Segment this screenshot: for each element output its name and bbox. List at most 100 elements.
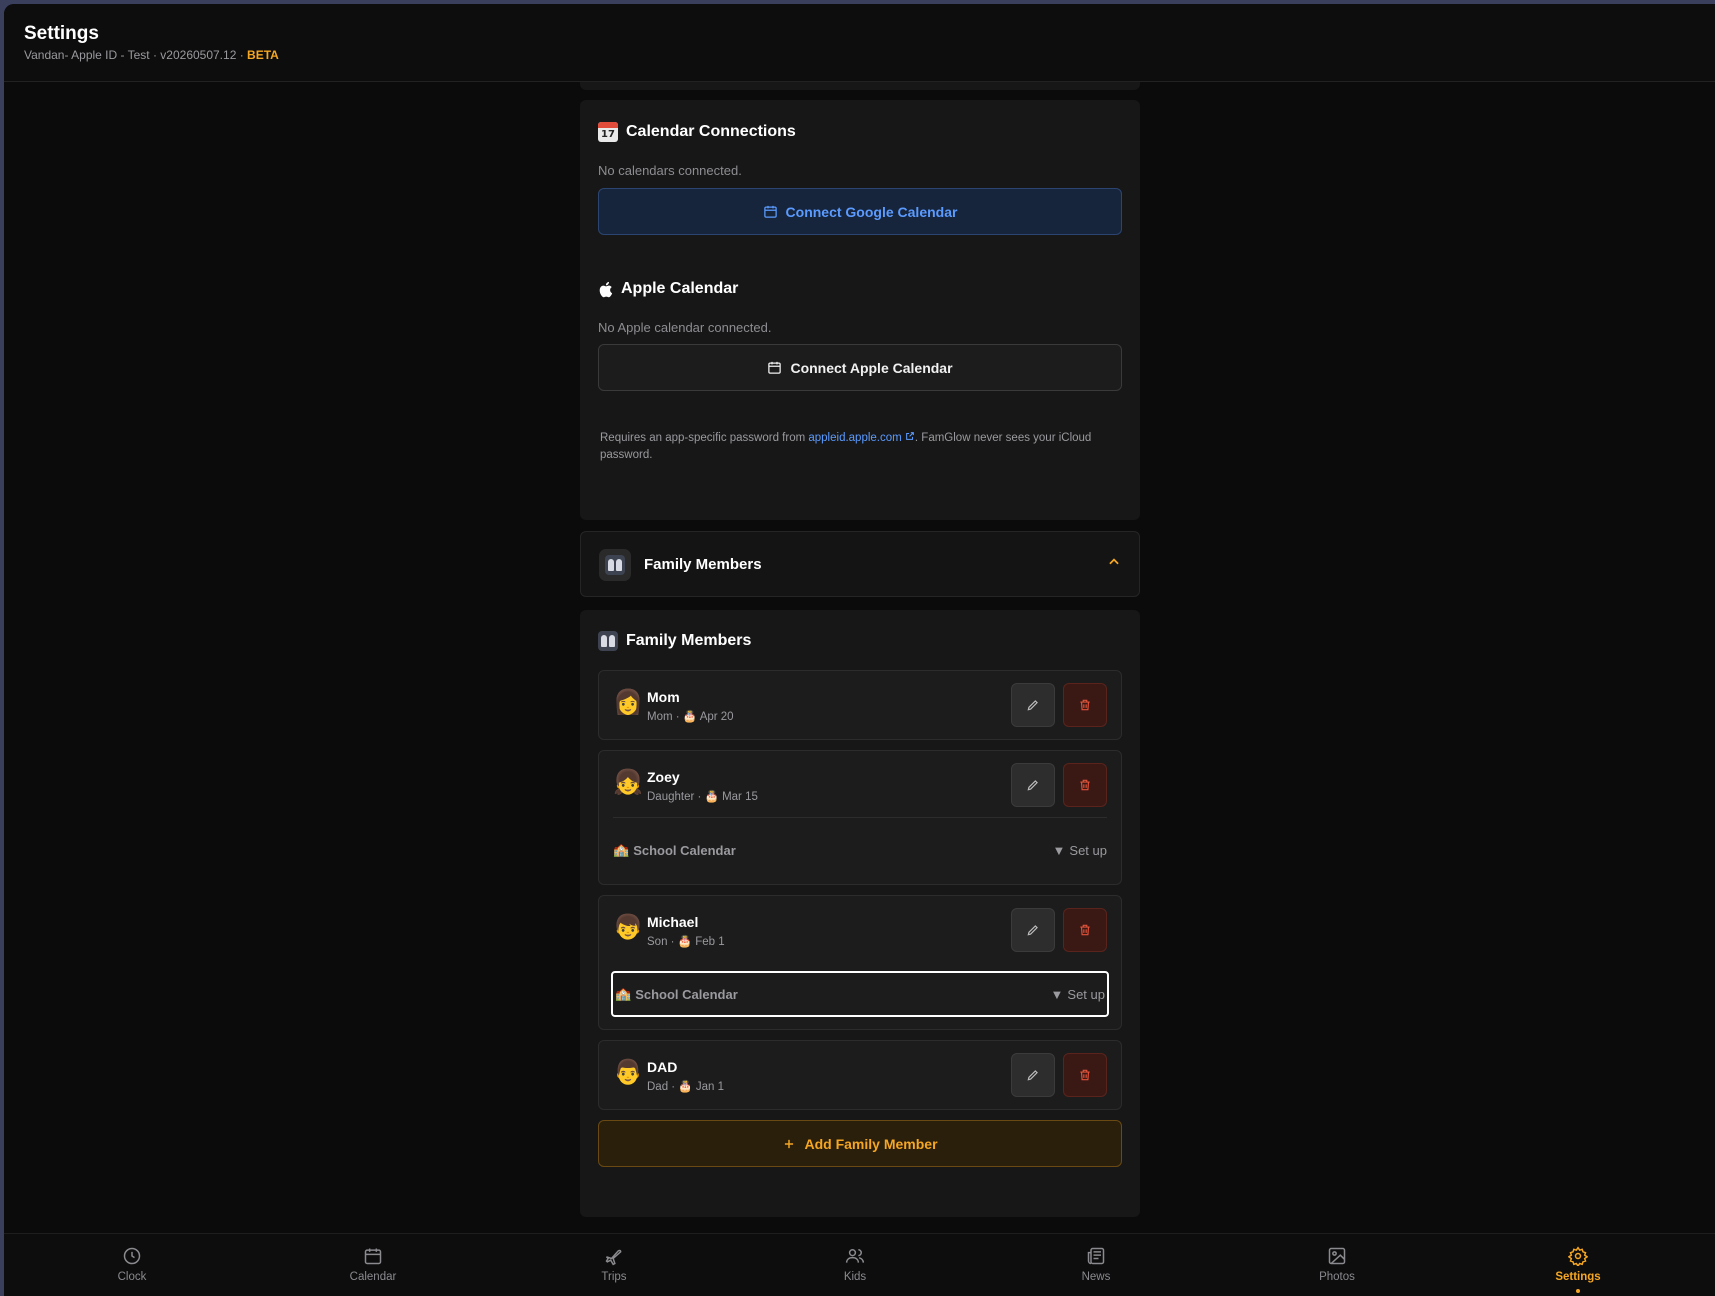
external-link-icon [906,432,914,440]
family-member-michael: 👦 Michael Son · 🎂 Feb 1 🏫 School Calendar… [598,895,1122,1030]
divider [613,817,1107,818]
add-family-member-label: Add Family Member [804,1135,938,1152]
member-birthday: Apr 20 [699,711,734,723]
birthday-cake-icon: 🎂 [682,711,698,723]
member-relation: Son [647,936,668,948]
member-name: Zoey [647,769,680,785]
add-family-member-button[interactable]: Add Family Member [598,1120,1122,1167]
delete-member-button[interactable] [1063,908,1107,952]
gear-icon [1568,1246,1588,1266]
delete-member-button[interactable] [1063,683,1107,727]
tab-label: Settings [1555,1271,1601,1283]
apple-calendar-heading: Apple Calendar [598,280,738,298]
app-window: Settings Vandan- Apple ID - Test · v2026… [4,4,1715,1296]
family-member-zoey: 👧 Zoey Daughter · 🎂 Mar 15 🏫 School Calen… [598,750,1122,885]
bottom-tab-bar: Clock Calendar Trips Kids News Photos Se… [4,1233,1715,1296]
connect-google-calendar-button[interactable]: Connect Google Calendar [598,188,1122,235]
avatar: 👦 [613,914,643,941]
family-icon-box [599,549,631,581]
avatar: 👨 [613,1059,643,1086]
member-relation: Mom [647,711,673,723]
tab-label: Photos [1319,1271,1355,1283]
family-members-collapse-toggle[interactable]: Family Members [580,531,1140,597]
birthday-cake-icon: 🎂 [677,936,693,948]
apple-logo-icon [599,281,613,297]
family-member-dad: 👨 DAD Dad · 🎂 Jan 1 [598,1040,1122,1110]
tab-label: Trips [601,1271,627,1283]
school-calendar-label: School Calendar [633,842,736,858]
tab-label: Kids [843,1271,867,1283]
no-apple-calendar-text: No Apple calendar connected. [598,320,772,335]
newspaper-icon [1087,1247,1105,1265]
tab-label: Calendar [349,1271,397,1283]
top-header: Settings Vandan- Apple ID - Test · v2026… [4,4,1715,82]
tab-kids[interactable]: Kids [805,1246,905,1283]
tab-trips[interactable]: Trips [564,1246,664,1283]
calendar-emoji-icon: 17 [598,122,618,142]
pencil-icon [1027,925,1038,936]
account-version-text: Vandan- Apple ID - Test · v20260507.12 · [24,48,248,62]
member-relation: Dad [647,1081,669,1093]
tab-news[interactable]: News [1046,1246,1146,1283]
family-icon [598,631,618,651]
school-calendar-label: School Calendar [635,986,738,1002]
trash-icon [1080,699,1090,711]
family-members-heading: Family Members [598,631,751,651]
calendar-connections-title: Calendar Connections [626,123,796,140]
family-member-mom: 👩 Mom Mom · 🎂 Apr 20 [598,670,1122,740]
tab-photos[interactable]: Photos [1287,1246,1387,1283]
member-relation: Daughter [647,791,695,803]
page-title: Settings [24,23,99,44]
tab-calendar[interactable]: Calendar [323,1246,423,1283]
calendar-icon [763,205,777,218]
previous-card-edge [580,82,1140,90]
family-members-title: Family Members [626,632,752,649]
calendar-icon [364,1248,382,1265]
app-password-note: Requires an app-specific password from a… [600,430,1100,464]
member-meta: Mom · 🎂 Apr 20 [647,711,734,723]
note-prefix: Requires an app-specific password from [600,432,809,444]
school-calendar-row[interactable]: 🏫 School Calendar ▼ Set up [611,827,1109,873]
edit-member-button[interactable] [1011,763,1055,807]
tab-label: News [1081,1271,1111,1283]
caret-down-icon: ▼ [1052,842,1066,858]
birthday-cake-icon: 🎂 [678,1081,693,1093]
header-subtitle: Vandan- Apple ID - Test · v20260507.12 ·… [24,48,279,62]
connect-apple-calendar-label: Connect Apple Calendar [790,359,953,376]
setup-label: Set up [1069,842,1107,858]
clock-icon [123,1247,141,1265]
delete-member-button[interactable] [1063,1053,1107,1097]
edit-member-button[interactable] [1011,1053,1055,1097]
settings-content[interactable]: 17 Calendar Connections No calendars con… [580,82,1140,1235]
family-icon [605,555,625,575]
plane-icon [605,1249,622,1266]
member-meta: Dad · 🎂 Jan 1 [647,1081,725,1093]
image-icon [1328,1247,1346,1265]
delete-member-button[interactable] [1063,763,1107,807]
avatar: 👩 [613,689,643,716]
pencil-icon [1027,700,1038,711]
tab-clock[interactable]: Clock [82,1246,182,1283]
trash-icon [1080,924,1090,936]
chevron-up-icon [1109,558,1119,565]
tab-label: Clock [117,1271,147,1283]
pencil-icon [1027,780,1038,791]
member-name: Mom [647,689,680,705]
school-calendar-row[interactable]: 🏫 School Calendar ▼ Set up [611,971,1109,1017]
school-icon: 🏫 [613,842,630,857]
member-birthday: Jan 1 [695,1081,725,1093]
edit-member-button[interactable] [1011,908,1055,952]
calendar-connections-heading: 17 Calendar Connections [598,122,796,142]
plus-icon [785,1139,794,1148]
edit-member-button[interactable] [1011,683,1055,727]
calendar-connections-card: 17 Calendar Connections No calendars con… [580,100,1140,520]
trash-icon [1080,779,1090,791]
tab-settings[interactable]: Settings [1528,1246,1628,1293]
active-tab-indicator [1576,1289,1580,1293]
family-members-toggle-label: Family Members [644,556,762,573]
connect-apple-calendar-button[interactable]: Connect Apple Calendar [598,344,1122,391]
no-calendars-text: No calendars connected. [598,163,742,178]
school-icon: 🏫 [615,986,632,1001]
caret-down-icon: ▼ [1050,986,1064,1002]
appleid-link[interactable]: appleid.apple.com [808,432,901,444]
